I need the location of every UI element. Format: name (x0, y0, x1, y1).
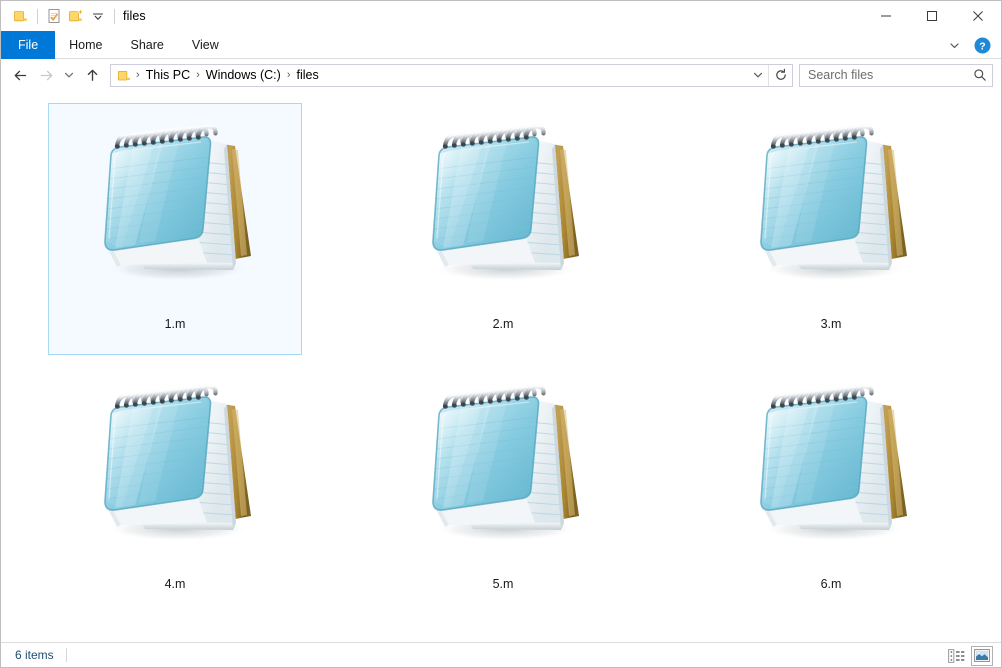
file-item-inner[interactable]: 5.m (376, 363, 630, 615)
file-item[interactable]: 6.m (667, 355, 995, 615)
file-item-inner[interactable]: 2.m (376, 103, 630, 355)
ribbon-right-controls: ? (941, 31, 997, 59)
breadcrumb-folder-icon[interactable] (115, 68, 134, 83)
navigation-bar: › This PC › Windows (C:) › files (1, 59, 1001, 91)
notepad-file-icon (432, 123, 579, 281)
svg-text:?: ? (979, 40, 985, 52)
window-title: files (123, 9, 146, 23)
notepad-file-icon[interactable] (398, 110, 608, 315)
ribbon-tab-bar: File Home Share View ? (1, 31, 1001, 59)
item-count-label: 6 items (15, 648, 54, 662)
quick-access-toolbar: files (1, 1, 146, 31)
notepad-file-icon[interactable] (726, 110, 936, 315)
file-item-label: 3.m (820, 317, 842, 331)
qat-separator-1 (37, 8, 38, 24)
maximize-button[interactable] (909, 1, 955, 31)
tab-share[interactable]: Share (117, 31, 178, 59)
notepad-file-icon[interactable] (726, 370, 936, 575)
breadcrumb-separator[interactable]: › (134, 69, 142, 81)
details-view-icon[interactable] (945, 646, 967, 666)
properties-icon[interactable] (43, 5, 65, 27)
file-item-inner[interactable]: 3.m (704, 103, 958, 355)
file-item-inner[interactable]: 6.m (704, 363, 958, 615)
expand-ribbon-chevron-down-icon[interactable] (941, 32, 967, 58)
status-separator (65, 648, 67, 662)
address-bar-controls (748, 64, 792, 86)
notepad-file-icon (104, 383, 251, 541)
notepad-file-icon[interactable] (70, 110, 280, 315)
refresh-icon[interactable] (768, 64, 792, 86)
address-bar[interactable]: › This PC › Windows (C:) › files (110, 63, 793, 87)
minimize-button[interactable] (863, 1, 909, 31)
close-button[interactable] (955, 1, 1001, 31)
tab-file[interactable]: File (1, 31, 56, 59)
file-list-view[interactable]: 1.m 2.m 3.m 4.m 5.m 6.m (1, 91, 1001, 642)
tab-view[interactable]: View (178, 31, 233, 59)
forward-button[interactable] (33, 62, 59, 88)
up-button[interactable] (79, 62, 105, 88)
file-item-inner[interactable]: 4.m (48, 363, 302, 615)
window-controls (863, 1, 1001, 31)
help-icon[interactable]: ? (971, 34, 993, 56)
view-mode-buttons (945, 643, 993, 668)
file-item-label: 5.m (492, 577, 514, 591)
back-button[interactable] (7, 62, 33, 88)
notepad-file-icon (432, 383, 579, 541)
recent-locations-chevron-down-icon[interactable] (59, 62, 79, 88)
title-bar: files (1, 1, 1001, 31)
new-folder-icon[interactable] (65, 5, 87, 27)
notepad-file-icon[interactable] (398, 370, 608, 575)
breadcrumb-separator[interactable]: › (285, 69, 293, 81)
file-item[interactable]: 5.m (339, 355, 667, 615)
chevron-down-icon[interactable] (87, 5, 109, 27)
previous-locations-chevron-down-icon[interactable] (748, 65, 768, 86)
breadcrumb: › This PC › Windows (C:) › files (115, 68, 748, 83)
search-box[interactable] (799, 63, 993, 87)
file-item[interactable]: 1.m (11, 95, 339, 355)
file-grid: 1.m 2.m 3.m 4.m 5.m 6.m (11, 95, 1001, 615)
file-item[interactable]: 3.m (667, 95, 995, 355)
large-icons-view-icon[interactable] (971, 645, 993, 666)
file-explorer-window: files File Home Share View ? › This PC ›… (0, 0, 1002, 668)
breadcrumb-files[interactable]: files (292, 68, 322, 82)
breadcrumb-separator[interactable]: › (194, 69, 202, 81)
tab-home[interactable]: Home (55, 31, 116, 59)
file-item[interactable]: 4.m (11, 355, 339, 615)
file-item-label: 2.m (492, 317, 514, 331)
qat-separator-2 (114, 8, 115, 24)
status-bar: 6 items (1, 642, 1001, 667)
search-input[interactable] (808, 68, 973, 82)
notepad-file-icon (760, 383, 907, 541)
breadcrumb-this-pc[interactable]: This PC (142, 68, 194, 82)
breadcrumb-windows-c[interactable]: Windows (C:) (202, 68, 285, 82)
notepad-file-icon (104, 123, 251, 281)
file-item[interactable]: 2.m (339, 95, 667, 355)
file-item-inner[interactable]: 1.m (48, 103, 302, 355)
notepad-file-icon (760, 123, 907, 281)
search-icon[interactable] (973, 68, 987, 82)
file-item-label: 6.m (820, 577, 842, 591)
file-item-label: 1.m (164, 317, 186, 331)
file-item-label: 4.m (164, 577, 186, 591)
folder-icon[interactable] (10, 5, 32, 27)
notepad-file-icon[interactable] (70, 370, 280, 575)
